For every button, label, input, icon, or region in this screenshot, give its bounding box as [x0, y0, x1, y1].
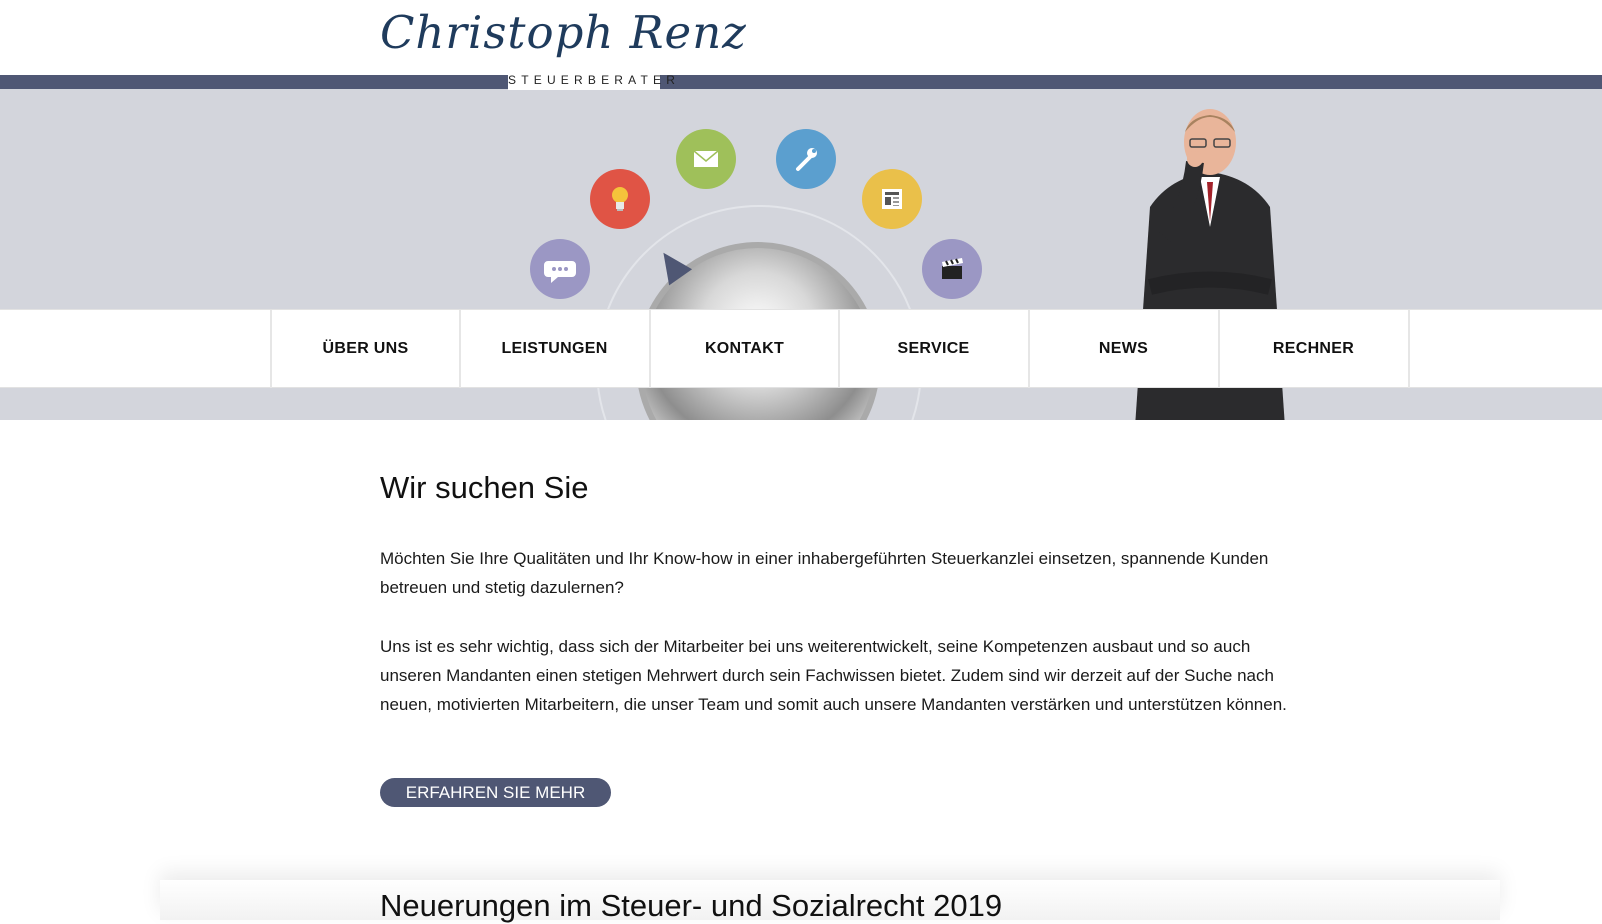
nav-item-leistungen[interactable]: LEISTUNGEN — [459, 310, 648, 388]
site-header — [0, 0, 1602, 75]
logo[interactable]: Christoph Renz STEUERBERATER — [378, 4, 746, 90]
nav-item-news[interactable]: NEWS — [1028, 310, 1217, 388]
content-section: Wir suchen Sie — [380, 470, 1310, 506]
nav-divider — [1408, 310, 1410, 388]
envelope-icon — [676, 129, 736, 189]
clapperboard-icon — [922, 239, 982, 299]
logo-subtitle: STEUERBERATER — [508, 70, 675, 90]
speech-bubble-icon — [530, 239, 590, 299]
nav-item-service[interactable]: SERVICE — [838, 310, 1027, 388]
header-bar — [0, 75, 1602, 89]
nav-item-rechner[interactable]: RECHNER — [1218, 310, 1407, 388]
news-title[interactable]: Neuerungen im Steuer- und Sozialrecht 20… — [380, 888, 1002, 924]
newspaper-icon — [862, 169, 922, 229]
nav-item-ueber-uns[interactable]: ÜBER UNS — [270, 310, 459, 388]
section-paragraph-2: Uns ist es sehr wichtig, dass sich der M… — [380, 637, 1287, 714]
logo-name: Christoph Renz — [380, 6, 747, 59]
section-title: Wir suchen Sie — [380, 470, 589, 505]
lightbulb-icon — [590, 169, 650, 229]
learn-more-button[interactable]: ERFAHREN SIE MEHR — [380, 778, 611, 807]
section-paragraph-1: Möchten Sie Ihre Qualitäten und Ihr Know… — [380, 549, 1269, 597]
wrench-icon — [776, 129, 836, 189]
nav-item-kontakt[interactable]: KONTAKT — [649, 310, 838, 388]
main-navigation: ÜBER UNS LEISTUNGEN KONTAKT SERVICE NEWS… — [0, 309, 1602, 388]
